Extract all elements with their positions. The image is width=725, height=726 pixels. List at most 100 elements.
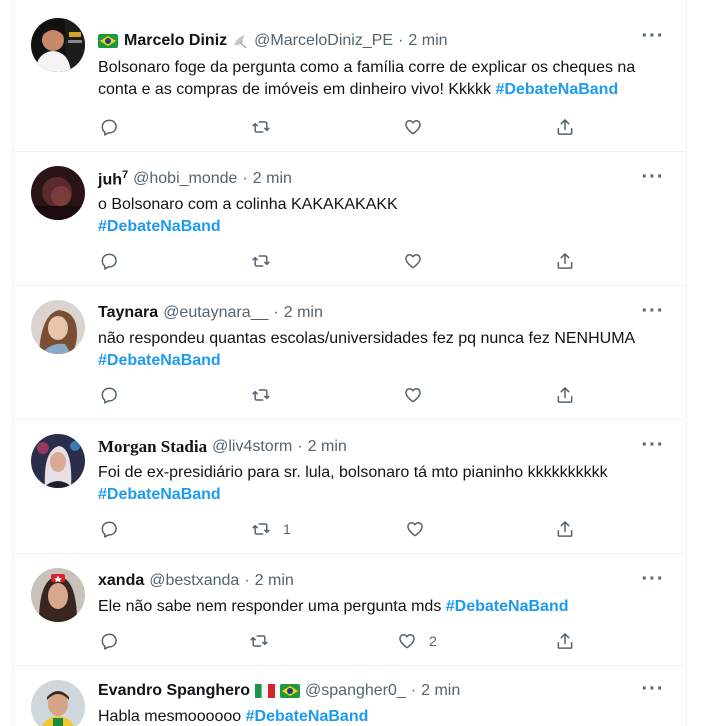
author-name[interactable]: Evandro Spanghero bbox=[98, 682, 250, 700]
author-handle[interactable]: @bestxanda bbox=[149, 572, 239, 590]
timeline-feed: Marcelo Diniz @MarceloDiniz_PE · 2 min ·… bbox=[12, 0, 687, 726]
reply-icon bbox=[101, 521, 117, 538]
reply-button[interactable] bbox=[99, 117, 119, 137]
timestamp[interactable]: 2 min bbox=[255, 572, 294, 590]
hashtag-link[interactable]: #DebateNaBand bbox=[246, 708, 369, 725]
author-name[interactable]: Morgan Stadia bbox=[98, 437, 207, 457]
timestamp[interactable]: 2 min bbox=[253, 170, 292, 188]
retweet-button[interactable] bbox=[251, 251, 271, 271]
avatar[interactable] bbox=[31, 434, 85, 488]
timestamp[interactable]: 2 min bbox=[284, 304, 323, 322]
share-icon bbox=[557, 253, 573, 269]
retweet-icon bbox=[252, 255, 270, 267]
tweet[interactable]: juh7 @hobi_monde · 2 min ··· o Bolsonaro… bbox=[13, 152, 686, 286]
retweet-icon bbox=[252, 389, 270, 401]
like-icon bbox=[405, 388, 421, 403]
author-name[interactable]: Taynara bbox=[98, 304, 158, 322]
share-button[interactable] bbox=[555, 117, 575, 137]
reply-icon bbox=[101, 119, 117, 136]
brazil-flag-icon bbox=[98, 34, 118, 48]
tweet-text: Ele não sabe nem responder uma pergunta … bbox=[98, 596, 666, 618]
like-button[interactable] bbox=[405, 519, 425, 539]
author-handle[interactable]: @MarceloDiniz_PE bbox=[254, 32, 393, 50]
more-icon[interactable]: ··· bbox=[640, 300, 666, 322]
author-handle[interactable]: @hobi_monde bbox=[133, 170, 237, 188]
more-icon[interactable]: ··· bbox=[640, 434, 666, 456]
timestamp[interactable]: 2 min bbox=[408, 32, 447, 50]
reply-button[interactable] bbox=[99, 631, 119, 651]
retweet-button[interactable] bbox=[251, 385, 271, 405]
hashtag-link[interactable]: #DebateNaBand bbox=[496, 81, 619, 98]
author-name[interactable]: Marcelo Diniz bbox=[124, 32, 227, 50]
author-name[interactable]: juh7 bbox=[98, 169, 128, 189]
tweet[interactable]: Morgan Stadia @liv4storm · 2 min ··· Foi… bbox=[13, 420, 686, 554]
more-icon[interactable]: ··· bbox=[640, 166, 666, 188]
retweet-icon bbox=[252, 523, 270, 535]
separator-dot: · bbox=[297, 438, 303, 455]
tweet-text: Habla mesmoooooo #DebateNaBand bbox=[98, 706, 666, 726]
hashtag-link[interactable]: #DebateNaBand bbox=[98, 486, 221, 503]
like-icon bbox=[405, 254, 421, 269]
hashtag-link[interactable]: #DebateNaBand bbox=[98, 218, 221, 235]
tweet[interactable]: Taynara @eutaynara__ · 2 min ··· não res… bbox=[13, 286, 686, 420]
more-icon[interactable]: ··· bbox=[640, 678, 666, 700]
hashtag-link[interactable]: #DebateNaBand bbox=[446, 598, 569, 615]
hashtag-link[interactable]: #DebateNaBand bbox=[98, 352, 221, 369]
avatar[interactable] bbox=[31, 166, 85, 220]
tweet-content: Taynara @eutaynara__ · 2 min ··· não res… bbox=[98, 300, 666, 372]
retweet-count: 1 bbox=[283, 521, 291, 537]
tweet[interactable]: Evandro Spanghero @spangher0_ · 2 min ··… bbox=[13, 666, 686, 726]
tweet-header: Marcelo Diniz @MarceloDiniz_PE · 2 min bbox=[98, 30, 666, 52]
share-button[interactable] bbox=[555, 385, 575, 405]
share-button[interactable] bbox=[555, 631, 575, 651]
retweet-icon bbox=[252, 121, 270, 133]
avatar[interactable] bbox=[31, 18, 85, 72]
tweet-text: o Bolsonaro com a colinha KAKAKAKAKK #De… bbox=[98, 194, 666, 238]
action-bar bbox=[13, 117, 686, 137]
tweet-body: não respondeu quantas escolas/universida… bbox=[98, 330, 636, 347]
share-button[interactable] bbox=[555, 251, 575, 271]
reply-button[interactable] bbox=[99, 251, 119, 271]
separator-dot: · bbox=[244, 572, 250, 589]
share-button[interactable] bbox=[555, 519, 575, 539]
author-name[interactable]: xanda bbox=[98, 572, 144, 590]
reply-button[interactable] bbox=[99, 385, 119, 405]
tweet-body: Habla mesmoooooo bbox=[98, 708, 242, 725]
tweet[interactable]: Marcelo Diniz @MarceloDiniz_PE · 2 min ·… bbox=[13, 0, 686, 152]
avatar[interactable] bbox=[31, 300, 85, 354]
like-button[interactable] bbox=[403, 251, 423, 271]
retweet-button[interactable]: 1 bbox=[251, 519, 291, 539]
reply-button[interactable] bbox=[99, 519, 119, 539]
timestamp[interactable]: 2 min bbox=[421, 682, 460, 700]
like-icon bbox=[405, 120, 421, 135]
share-icon bbox=[557, 633, 573, 649]
brazil-flag-icon bbox=[280, 684, 301, 698]
tweet-content: xanda @bestxanda · 2 min ··· Ele não sab… bbox=[98, 568, 666, 618]
like-button[interactable] bbox=[403, 117, 423, 137]
author-handle[interactable]: @liv4storm bbox=[212, 438, 292, 456]
tweet-body: o Bolsonaro com a colinha KAKAKAKAKK bbox=[98, 196, 398, 213]
tweet[interactable]: xanda @bestxanda · 2 min ··· Ele não sab… bbox=[13, 554, 686, 666]
action-bar: 2 bbox=[13, 631, 686, 651]
separator-dot: · bbox=[273, 304, 279, 321]
separator-dot: · bbox=[242, 170, 248, 187]
like-button[interactable]: 2 bbox=[397, 631, 437, 651]
more-icon[interactable]: ··· bbox=[640, 568, 666, 590]
author-handle[interactable]: @spangher0_ bbox=[305, 682, 406, 700]
tweet-content: Morgan Stadia @liv4storm · 2 min ··· Foi… bbox=[98, 434, 666, 506]
timestamp[interactable]: 2 min bbox=[308, 438, 347, 456]
like-button[interactable] bbox=[403, 385, 423, 405]
tweet-content: Marcelo Diniz @MarceloDiniz_PE · 2 min ·… bbox=[98, 25, 666, 101]
tweet-text: Bolsonaro foge da pergunta como a famíli… bbox=[98, 57, 666, 101]
retweet-button[interactable] bbox=[251, 117, 271, 137]
author-handle[interactable]: @eutaynara__ bbox=[163, 304, 268, 322]
more-icon[interactable]: ··· bbox=[640, 25, 666, 47]
tweet-body: Ele não sabe nem responder uma pergunta … bbox=[98, 598, 442, 615]
reply-icon bbox=[101, 253, 117, 270]
avatar[interactable] bbox=[31, 568, 85, 622]
retweet-button[interactable] bbox=[249, 631, 269, 651]
action-bar bbox=[13, 251, 686, 271]
tweet-content: Evandro Spanghero @spangher0_ · 2 min ··… bbox=[98, 678, 666, 726]
avatar[interactable] bbox=[31, 680, 85, 726]
tweet-content: juh7 @hobi_monde · 2 min ··· o Bolsonaro… bbox=[98, 166, 666, 238]
